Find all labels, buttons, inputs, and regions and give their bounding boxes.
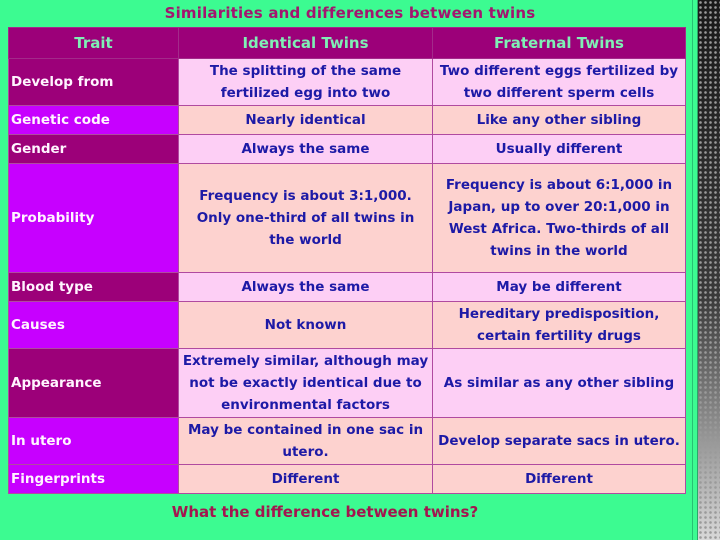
slide-edge-line — [692, 0, 693, 540]
identical-cell: Always the same — [178, 272, 433, 302]
fraternal-cell: May be different — [432, 272, 686, 302]
trait-cell: Gender — [8, 134, 179, 164]
fraternal-cell: Develop separate sacs in utero. — [432, 417, 686, 465]
identical-cell: Nearly identical — [178, 105, 433, 135]
fraternal-cell: Two different eggs fertilized by two dif… — [432, 58, 686, 106]
table-row: Fingerprints Different Different — [8, 464, 686, 494]
fraternal-cell: Different — [432, 464, 686, 494]
trait-cell: Fingerprints — [8, 464, 179, 494]
footer-question: What the difference between twins? — [171, 503, 479, 521]
identical-cell: The splitting of the same fertilized egg… — [178, 58, 433, 106]
table-row: Appearance Extremely similar, although m… — [8, 348, 686, 418]
trait-cell: Blood type — [8, 272, 179, 302]
table-row: Probability Frequency is about 3:1,000. … — [8, 163, 686, 273]
header-fraternal-twins: Fraternal Twins — [432, 27, 686, 59]
header-identical-twins: Identical Twins — [178, 27, 433, 59]
table-row: Causes Not known Hereditary predispositi… — [8, 301, 686, 349]
trait-cell: Probability — [8, 163, 179, 273]
identical-cell: Always the same — [178, 134, 433, 164]
table-row: Develop from The splitting of the same f… — [8, 58, 686, 106]
table-header-row: Trait Identical Twins Fraternal Twins — [8, 27, 686, 59]
identical-cell: Extremely similar, although may not be e… — [178, 348, 433, 418]
twins-comparison-table: Trait Identical Twins Fraternal Twins De… — [8, 27, 686, 494]
trait-cell: Develop from — [8, 58, 179, 106]
table-row: Gender Always the same Usually different — [8, 134, 686, 164]
decorative-side-strip — [697, 0, 720, 540]
table-row: In utero May be contained in one sac in … — [8, 417, 686, 465]
fraternal-cell: Frequency is about 6:1,000 in Japan, up … — [432, 163, 686, 273]
identical-cell: May be contained in one sac in utero. — [178, 417, 433, 465]
trait-cell: Appearance — [8, 348, 179, 418]
fraternal-cell: Hereditary predisposition, certain ferti… — [432, 301, 686, 349]
trait-cell: In utero — [8, 417, 179, 465]
header-trait: Trait — [8, 27, 179, 59]
fraternal-cell: Like any other sibling — [432, 105, 686, 135]
page-title: Similarities and differences between twi… — [164, 4, 536, 22]
fraternal-cell: As similar as any other sibling — [432, 348, 686, 418]
identical-cell: Not known — [178, 301, 433, 349]
fraternal-cell: Usually different — [432, 134, 686, 164]
table-row: Blood type Always the same May be differ… — [8, 272, 686, 302]
identical-cell: Frequency is about 3:1,000. Only one-thi… — [178, 163, 433, 273]
trait-cell: Causes — [8, 301, 179, 349]
table-row: Genetic code Nearly identical Like any o… — [8, 105, 686, 135]
trait-cell: Genetic code — [8, 105, 179, 135]
identical-cell: Different — [178, 464, 433, 494]
